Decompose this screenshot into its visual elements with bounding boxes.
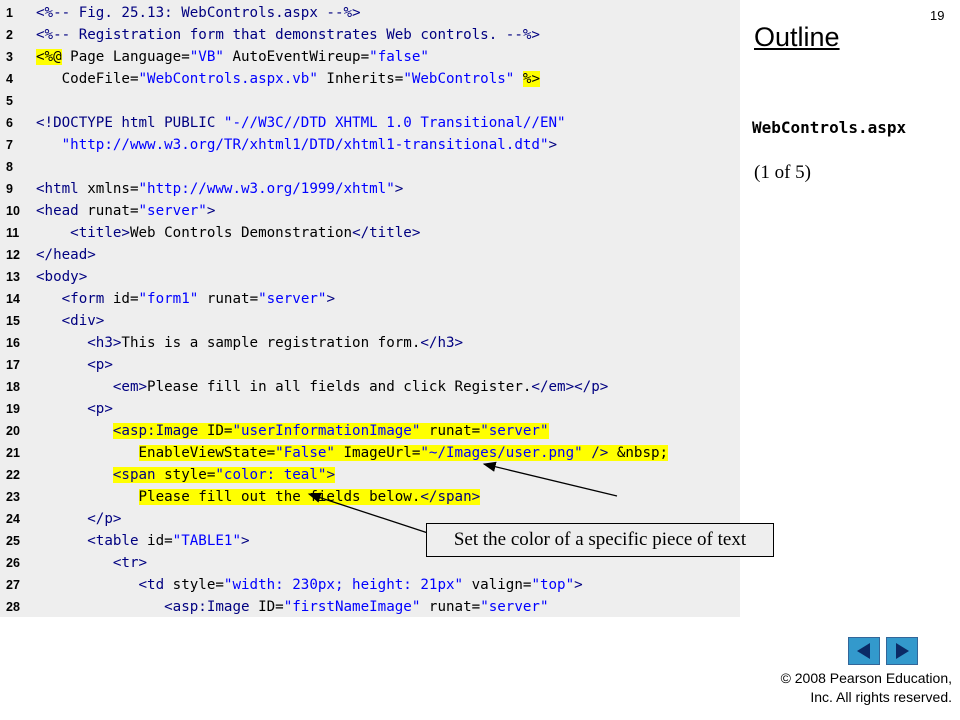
code-text: <tr> [112, 555, 148, 571]
line-number: 1 [6, 6, 13, 20]
code-line: 27 <td style="width: 230px; height: 21px… [0, 574, 740, 596]
code-line: 12 </head> [0, 244, 740, 266]
code-line: 8 [0, 156, 740, 178]
line-number: 8 [6, 160, 13, 174]
copyright-line-1: © 2008 Pearson Education, [780, 670, 952, 686]
line-number: 16 [6, 336, 20, 350]
code-text: <p> [87, 357, 113, 373]
code-line: 10 <head runat="server"> [0, 200, 740, 222]
code-text: <!DOCTYPE html PUBLIC "-//W3C//DTD XHTML… [36, 115, 566, 131]
code-text: <h3>This is a sample registration form.<… [87, 335, 464, 351]
line-number: 28 [6, 600, 20, 614]
code-text: EnableViewState="False" ImageUrl="~/Imag… [138, 445, 669, 461]
code-line: 9 <html xmlns="http://www.w3.org/1999/xht… [0, 178, 740, 200]
line-number: 21 [6, 446, 20, 460]
line-number: 3 [6, 50, 13, 64]
line-number: 4 [6, 72, 13, 86]
code-text: <p> [87, 401, 113, 417]
code-line: 6 <!DOCTYPE html PUBLIC "-//W3C//DTD XHTM… [0, 112, 740, 134]
code-line: 3 <%@ Page Language="VB" AutoEventWireup=… [0, 46, 740, 68]
code-text: <%-- Fig. 25.13: WebControls.aspx --%> [36, 5, 361, 21]
line-number: 23 [6, 490, 20, 504]
code-text: Please fill out the fields below.</span> [138, 489, 481, 505]
slide-page-number: 19 [930, 8, 945, 23]
outline-title: Outline [754, 22, 840, 52]
code-line: 17 <p> [0, 354, 740, 376]
code-line: 5 [0, 90, 740, 112]
code-text: </head> [36, 247, 96, 263]
line-number: 24 [6, 512, 20, 526]
line-number: 27 [6, 578, 20, 592]
file-name: WebControls.aspx [752, 118, 907, 137]
line-number: 7 [6, 138, 13, 152]
code-text: <table id="TABLE1"> [87, 533, 250, 549]
code-text: "http://www.w3.org/TR/xhtml1/DTD/xhtml1-… [61, 137, 558, 153]
code-line: 22 <span style="color: teal"> [0, 464, 740, 486]
copyright-line-2: Inc. All rights reserved. [810, 689, 952, 705]
code-text: <body> [36, 269, 88, 285]
line-number: 6 [6, 116, 13, 130]
code-line: 15 <div> [0, 310, 740, 332]
line-number: 25 [6, 534, 20, 548]
code-text: <%@ Page Language="VB" AutoEventWireup="… [36, 49, 429, 65]
line-number: 22 [6, 468, 20, 482]
code-text: <div> [61, 313, 105, 329]
code-line: 1 <%-- Fig. 25.13: WebControls.aspx --%> [0, 2, 740, 24]
line-number: 14 [6, 292, 20, 306]
code-text: <td style="width: 230px; height: 21px" v… [138, 577, 583, 593]
code-text: <asp:Image ID="userInformationImage" run… [112, 423, 549, 439]
code-line: 28 <asp:Image ID="firstNameImage" runat=… [0, 596, 740, 618]
line-number: 20 [6, 424, 20, 438]
line-number: 15 [6, 314, 20, 328]
code-text: <asp:Image ID="firstNameImage" runat="se… [164, 599, 549, 615]
previous-slide-button[interactable] [848, 637, 880, 665]
code-text: <span style="color: teal"> [112, 467, 335, 483]
line-number: 13 [6, 270, 20, 284]
line-number: 19 [6, 402, 20, 416]
line-number: 18 [6, 380, 20, 394]
code-line: 11 <title>Web Controls Demonstration</ti… [0, 222, 740, 244]
copyright: © 2008 Pearson Education, Inc. All right… [760, 669, 952, 707]
line-number: 26 [6, 556, 20, 570]
line-number: 9 [6, 182, 13, 196]
code-text: <html xmlns="http://www.w3.org/1999/xhtm… [36, 181, 404, 197]
code-line: 23 Please fill out the fields below.</sp… [0, 486, 740, 508]
code-text: CodeFile="WebControls.aspx.vb" Inherits=… [36, 71, 540, 87]
triangle-right-icon [896, 643, 909, 659]
code-line: 13 <body> [0, 266, 740, 288]
line-number: 2 [6, 28, 13, 42]
line-number: 17 [6, 358, 20, 372]
code-text: </p> [87, 511, 122, 527]
code-text: <title>Web Controls Demonstration</title… [70, 225, 421, 241]
code-line: 7 "http://www.w3.org/TR/xhtml1/DTD/xhtml… [0, 134, 740, 156]
code-line: 14 <form id="form1" runat="server"> [0, 288, 740, 310]
code-text: <head runat="server"> [36, 203, 216, 219]
line-number: 5 [6, 94, 13, 108]
code-text: <em>Please fill in all fields and click … [112, 379, 609, 395]
callout-box: Set the color of a specific piece of tex… [426, 523, 774, 557]
code-line: 18 <em>Please fill in all fields and cli… [0, 376, 740, 398]
line-number: 11 [6, 226, 20, 240]
code-line: 16 <h3>This is a sample registration for… [0, 332, 740, 354]
code-text: <%-- Registration form that demonstrates… [36, 27, 540, 43]
next-slide-button[interactable] [886, 637, 918, 665]
code-line: 2 <%-- Registration form that demonstrate… [0, 24, 740, 46]
triangle-left-icon [857, 643, 870, 659]
code-line: 19 <p> [0, 398, 740, 420]
code-line: 4 CodeFile="WebControls.aspx.vb" Inherit… [0, 68, 740, 90]
line-number: 12 [6, 248, 20, 262]
line-number: 10 [6, 204, 20, 218]
code-line: 21 EnableViewState="False" ImageUrl="~/I… [0, 442, 740, 464]
code-line: 20 <asp:Image ID="userInformationImage" … [0, 420, 740, 442]
code-text: <form id="form1" runat="server"> [61, 291, 335, 307]
page-indicator: (1 of 5) [754, 162, 811, 183]
